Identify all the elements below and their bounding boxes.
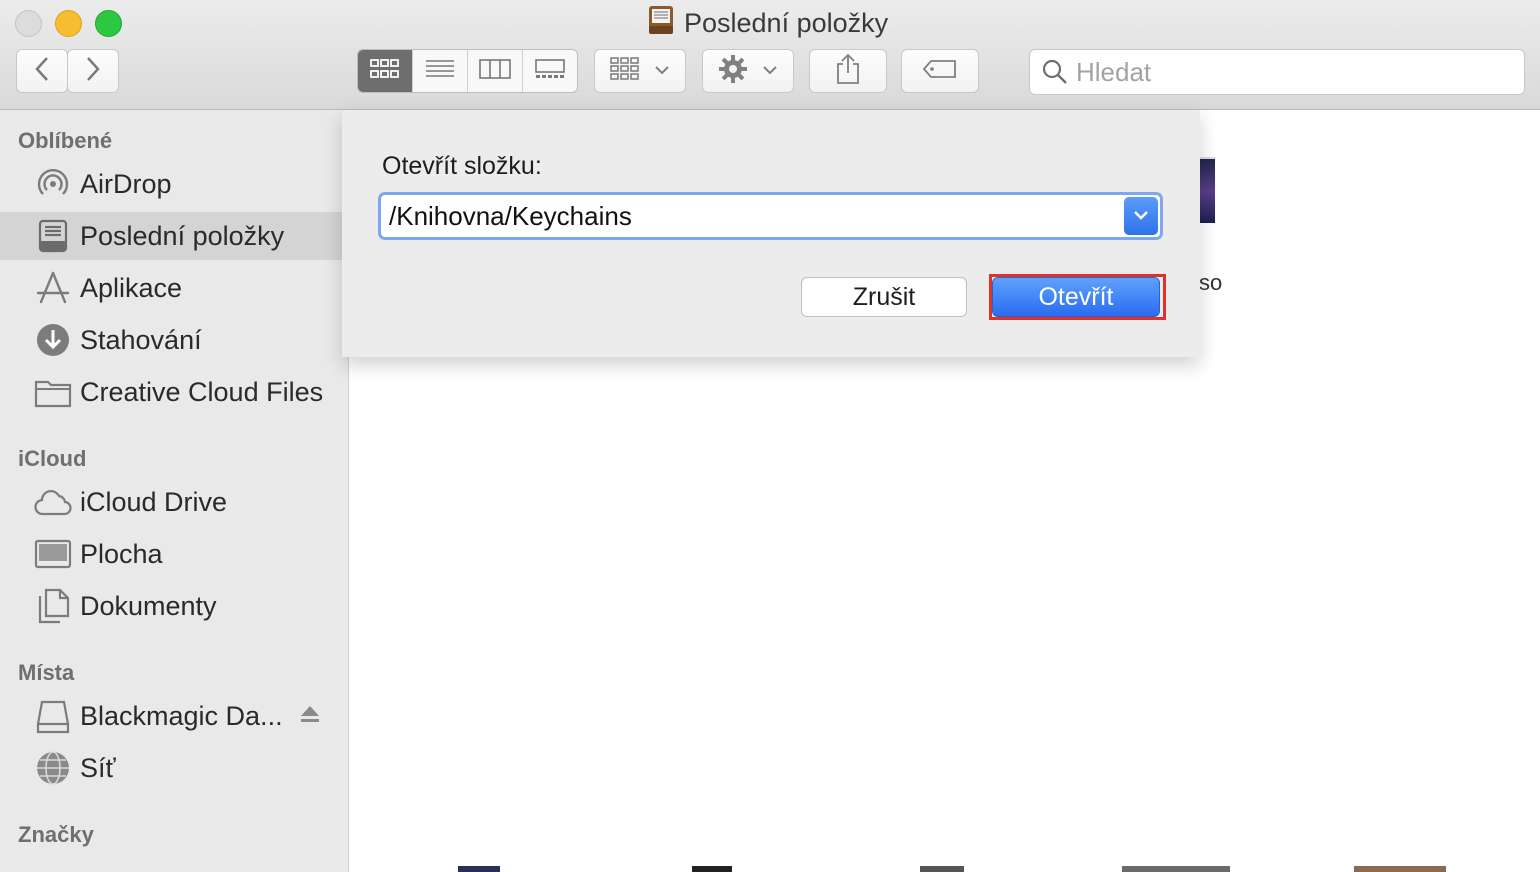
chevron-left-icon: [34, 56, 50, 87]
chevron-right-icon: [85, 56, 101, 87]
file-thumbnail[interactable]: [1122, 866, 1230, 872]
sidebar-item-network[interactable]: Síť: [0, 744, 342, 792]
open-button[interactable]: Otevřít: [992, 277, 1160, 317]
window-title-text: Poslední položky: [684, 7, 889, 38]
sidebar-item-icloud-drive[interactable]: iCloud Drive: [0, 478, 342, 526]
search-icon: [1042, 59, 1068, 85]
view-mode-control: [357, 49, 578, 93]
chevron-down-icon: [654, 62, 670, 80]
icon-view-button[interactable]: [358, 50, 413, 92]
airdrop-icon: [34, 165, 72, 203]
go-to-folder-sheet: Otevřít složku: Zrušit Otevřít: [342, 110, 1200, 357]
recents-icon: [646, 4, 676, 43]
window-toolbar: Poslední položky: [0, 0, 1540, 110]
sidebar-item-downloads[interactable]: Stahování: [0, 316, 342, 364]
file-thumbnail[interactable]: [692, 866, 732, 872]
path-history-dropdown[interactable]: [1124, 197, 1158, 235]
zoom-button[interactable]: [95, 10, 122, 37]
sidebar-item-airdrop[interactable]: AirDrop: [0, 160, 342, 208]
sidebar-item-desktop[interactable]: Plocha: [0, 530, 342, 578]
share-button[interactable]: [809, 49, 887, 93]
sidebar-item-recents[interactable]: Poslední položky: [0, 212, 342, 260]
applications-icon: [34, 269, 72, 307]
sidebar-section-icloud: iCloud: [18, 446, 87, 471]
file-name-fragment: so: [1199, 270, 1223, 295]
search-input[interactable]: [1074, 55, 1508, 89]
folder-icon: [34, 373, 72, 411]
forward-button[interactable]: [67, 49, 119, 93]
icon-view-icon: [370, 58, 400, 85]
sidebar-item-applications[interactable]: Aplikace: [0, 264, 342, 312]
gallery-view-button[interactable]: [523, 50, 577, 92]
file-thumbnail[interactable]: [1199, 157, 1215, 223]
sidebar-item-documents[interactable]: Dokumenty: [0, 582, 342, 630]
search-field[interactable]: [1029, 49, 1525, 95]
file-thumbnail[interactable]: [458, 866, 500, 872]
go-to-folder-label: Otevřít složku:: [382, 152, 542, 180]
documents-icon: [34, 587, 72, 625]
back-button[interactable]: [16, 49, 68, 93]
recents-icon: [34, 217, 72, 255]
cloud-icon: [34, 483, 72, 521]
window-title: Poslední položky: [646, 4, 889, 43]
tag-button[interactable]: [901, 49, 979, 93]
chevron-down-icon: [1133, 207, 1149, 225]
list-view-icon: [425, 58, 455, 85]
sidebar-item-label: Plocha: [80, 538, 163, 569]
group-icon: [610, 56, 640, 86]
sidebar-item-label: Síť: [80, 752, 116, 783]
chevron-down-icon: [762, 62, 778, 80]
network-icon: [34, 749, 72, 787]
gear-icon: [718, 54, 748, 89]
list-view-button[interactable]: [413, 50, 468, 92]
column-view-button[interactable]: [468, 50, 523, 92]
sidebar-item-blackmagic[interactable]: Blackmagic Da...: [0, 692, 342, 740]
sidebar-item-label: Dokumenty: [80, 590, 217, 621]
desktop-icon: [34, 535, 72, 573]
sidebar-item-label: iCloud Drive: [80, 486, 228, 517]
sidebar-item-label: Blackmagic Da...: [80, 700, 283, 731]
file-thumbnail[interactable]: [920, 866, 964, 872]
folder-path-input[interactable]: [381, 199, 1124, 233]
close-button[interactable]: [15, 10, 42, 37]
tag-icon: [922, 59, 958, 84]
download-icon: [34, 321, 72, 359]
gallery-view-icon: [535, 58, 565, 85]
minimize-button[interactable]: [55, 10, 82, 37]
group-button[interactable]: [594, 49, 686, 93]
sidebar-item-creative-cloud[interactable]: Creative Cloud Files: [0, 368, 342, 416]
sidebar-item-label: Aplikace: [80, 272, 183, 303]
sidebar-item-label: Poslední položky: [80, 220, 285, 251]
sidebar-section-tags: Značky: [18, 822, 94, 847]
drive-icon: [34, 697, 72, 735]
sidebar-section-locations: Místa: [18, 660, 75, 685]
cancel-button[interactable]: Zrušit: [801, 277, 967, 317]
sidebar-item-label: AirDrop: [80, 168, 172, 199]
column-view-icon: [479, 58, 511, 85]
action-button[interactable]: [702, 49, 794, 93]
file-thumbnail[interactable]: [1354, 866, 1446, 872]
folder-path-combobox[interactable]: [378, 192, 1163, 240]
sidebar-item-label: Creative Cloud Files: [80, 376, 324, 407]
sidebar-item-label: Stahování: [80, 324, 202, 355]
sidebar-section-favorites: Oblíbené: [18, 128, 113, 153]
eject-icon[interactable]: [300, 704, 320, 729]
share-icon: [835, 53, 861, 90]
sidebar: Oblíbené AirDrop Poslední položky Aplika…: [0, 110, 349, 872]
